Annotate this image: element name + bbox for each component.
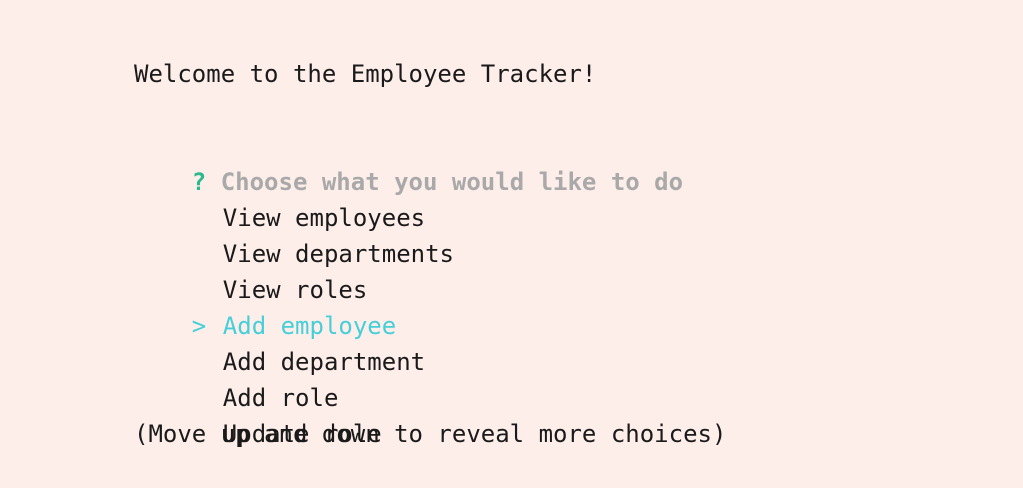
selection-pointer-icon: > (191, 312, 207, 340)
choice-label: Add department (222, 348, 426, 376)
choice-label: Add role (222, 384, 339, 412)
welcome-message: Welcome to the Employee Tracker! (134, 60, 597, 88)
choice-label: Add employee (222, 312, 397, 340)
prompt-question-text: Choose what you would like to do (220, 168, 684, 196)
prompt-question: ? Choose what you would like to do (134, 128, 1023, 196)
scroll-hint: (Move up and down to reveal more choices… (134, 420, 727, 448)
choice-label: View employees (222, 204, 426, 232)
choice-label: View departments (222, 240, 454, 268)
terminal-window: Welcome to the Employee Tracker! ? Choos… (0, 0, 1023, 456)
choice-label: View roles (222, 276, 368, 304)
question-mark-icon: ? (191, 168, 207, 196)
